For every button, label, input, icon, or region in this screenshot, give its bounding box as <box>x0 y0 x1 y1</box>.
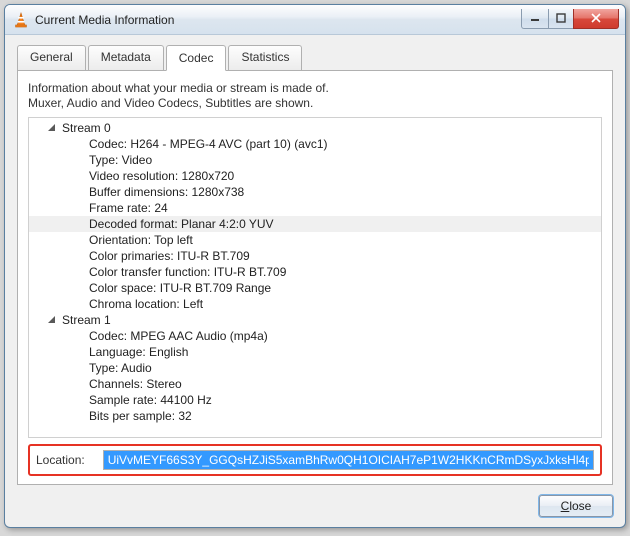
info-line-2: Muxer, Audio and Video Codecs, Subtitles… <box>28 96 602 111</box>
stream-property-row[interactable]: Chroma location: Left <box>29 296 601 312</box>
codec-tab-pane: Information about what your media or str… <box>17 70 613 485</box>
stream-property-row[interactable]: Color space: ITU-R BT.709 Range <box>29 280 601 296</box>
tab-bar: General Metadata Codec Statistics <box>17 45 613 70</box>
expand-triangle-icon <box>47 313 56 327</box>
tab-statistics[interactable]: Statistics <box>228 45 302 70</box>
stream-property-row[interactable]: Type: Video <box>29 152 601 168</box>
tab-codec[interactable]: Codec <box>166 45 227 71</box>
stream-property-row[interactable]: Codec: MPEG AAC Audio (mp4a) <box>29 328 601 344</box>
stream-name: Stream 1 <box>62 313 111 327</box>
minimize-icon <box>530 13 540 23</box>
stream-property-row[interactable]: Video resolution: 1280x720 <box>29 168 601 184</box>
tab-metadata[interactable]: Metadata <box>88 45 164 70</box>
window-title: Current Media Information <box>35 13 522 27</box>
stream-property-row[interactable]: Codec: H264 - MPEG-4 AVC (part 10) (avc1… <box>29 136 601 152</box>
info-header: Information about what your media or str… <box>28 81 602 111</box>
close-icon <box>590 13 602 23</box>
expand-triangle-icon <box>47 121 56 135</box>
minimize-button[interactable] <box>521 9 549 29</box>
stream-name: Stream 0 <box>62 121 111 135</box>
dialog-window: Current Media Information General Metada… <box>4 4 626 528</box>
close-button-rest: lose <box>569 499 591 513</box>
stream-property-row[interactable]: Buffer dimensions: 1280x738 <box>29 184 601 200</box>
stream-property-row[interactable]: Color transfer function: ITU-R BT.709 <box>29 264 601 280</box>
location-label: Location: <box>36 453 85 467</box>
stream-property-row[interactable]: Language: English <box>29 344 601 360</box>
stream-property-row[interactable]: Frame rate: 24 <box>29 200 601 216</box>
window-close-button[interactable] <box>573 9 619 29</box>
location-row: Location: <box>28 444 602 476</box>
stream-header[interactable]: Stream 1 <box>29 312 601 328</box>
info-line-1: Information about what your media or str… <box>28 81 602 96</box>
stream-property-row[interactable]: Bits per sample: 32 <box>29 408 601 424</box>
stream-header[interactable]: Stream 0 <box>29 120 601 136</box>
stream-property-row[interactable]: Color primaries: ITU-R BT.709 <box>29 248 601 264</box>
maximize-button[interactable] <box>548 9 574 29</box>
button-row: Close <box>5 493 625 527</box>
stream-property-row[interactable]: Decoded format: Planar 4:2:0 YUV <box>29 216 601 232</box>
window-controls <box>522 9 625 29</box>
maximize-icon <box>556 13 566 23</box>
close-button[interactable]: Close <box>539 495 613 517</box>
stream-property-row[interactable]: Sample rate: 44100 Hz <box>29 392 601 408</box>
stream-tree[interactable]: Stream 0Codec: H264 - MPEG-4 AVC (part 1… <box>28 117 602 438</box>
vlc-cone-icon <box>13 12 29 28</box>
titlebar[interactable]: Current Media Information <box>5 5 625 35</box>
tab-general[interactable]: General <box>17 45 86 70</box>
stream-property-row[interactable]: Channels: Stereo <box>29 376 601 392</box>
dialog-body: General Metadata Codec Statistics Inform… <box>5 35 625 493</box>
location-input[interactable] <box>103 450 594 470</box>
stream-property-row[interactable]: Type: Audio <box>29 360 601 376</box>
stream-property-row[interactable]: Orientation: Top left <box>29 232 601 248</box>
